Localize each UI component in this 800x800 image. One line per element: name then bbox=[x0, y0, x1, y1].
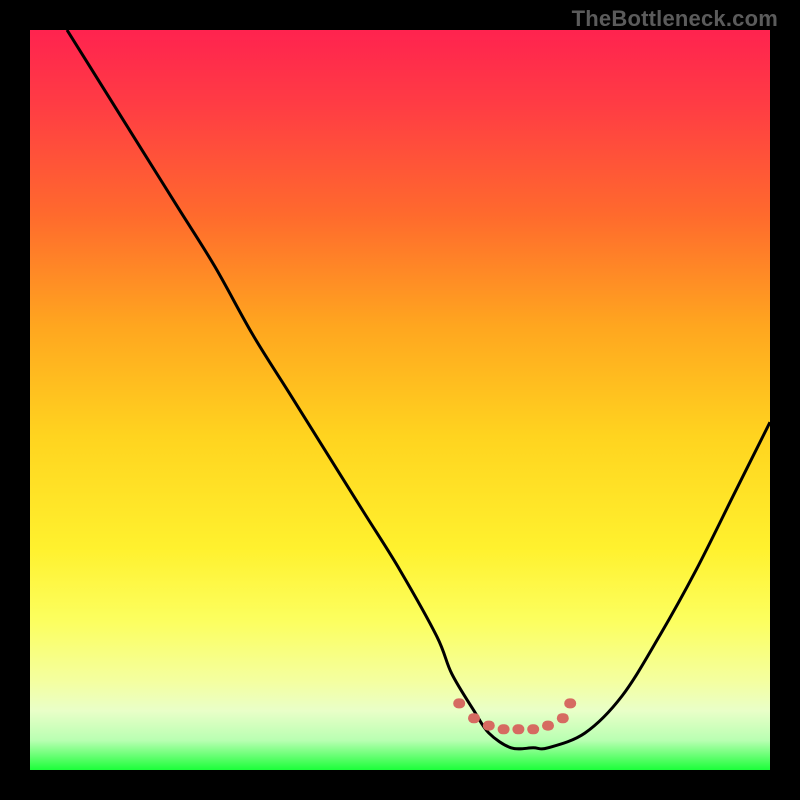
bottleneck-marker bbox=[527, 724, 539, 734]
curve-line bbox=[67, 30, 770, 749]
bottleneck-marker bbox=[542, 721, 554, 731]
bottleneck-marker bbox=[498, 724, 510, 734]
bottleneck-marker bbox=[564, 698, 576, 708]
bottleneck-markers bbox=[453, 698, 576, 734]
watermark-text: TheBottleneck.com bbox=[572, 6, 778, 32]
bottleneck-marker bbox=[557, 713, 569, 723]
bottleneck-marker bbox=[512, 724, 524, 734]
chart-svg bbox=[30, 30, 770, 770]
plot-area bbox=[30, 30, 770, 770]
bottleneck-marker bbox=[483, 721, 495, 731]
bottleneck-marker bbox=[468, 713, 480, 723]
chart-container: TheBottleneck.com bbox=[0, 0, 800, 800]
bottleneck-marker bbox=[453, 698, 465, 708]
